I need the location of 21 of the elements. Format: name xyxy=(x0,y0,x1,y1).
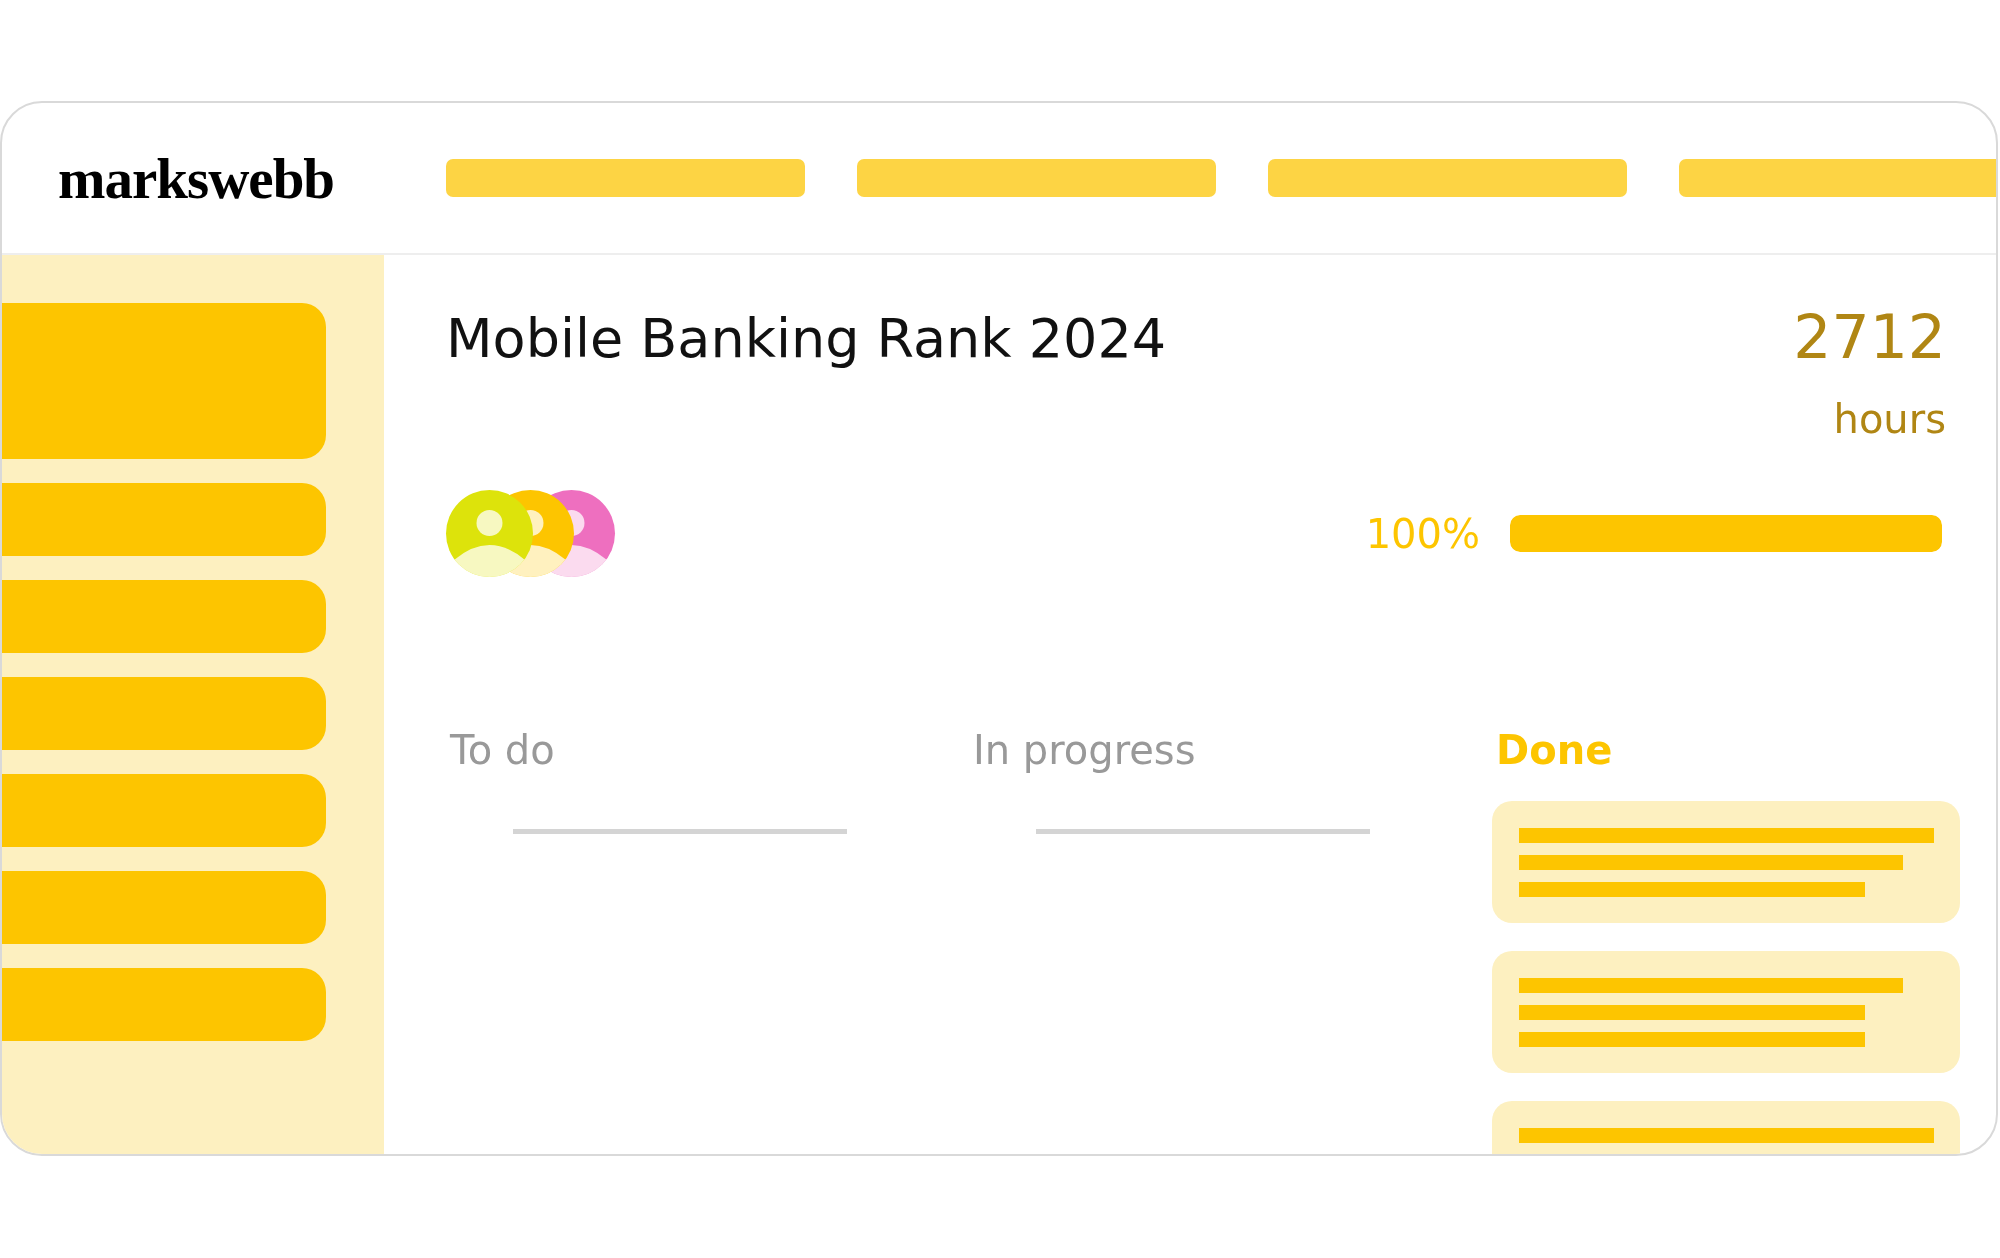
sidebar-item[interactable] xyxy=(2,968,326,1041)
hours-value: 2712 xyxy=(1793,303,1946,372)
nav-item[interactable] xyxy=(446,159,805,197)
progress-reading: 100% xyxy=(1365,510,1480,557)
sidebar-item[interactable] xyxy=(2,303,326,459)
task-card[interactable] xyxy=(1492,801,1960,923)
sidebar-item[interactable] xyxy=(2,774,326,847)
project-title: Mobile Banking Rank 2024 xyxy=(446,307,1167,370)
sidebar-item[interactable] xyxy=(2,871,326,944)
task-card[interactable] xyxy=(1492,951,1960,1073)
sidebar-item[interactable] xyxy=(2,483,326,556)
column-tab[interactable]: To do xyxy=(450,727,555,773)
column-tab[interactable]: In progress xyxy=(973,727,1196,773)
sidebar-item[interactable] xyxy=(2,677,326,750)
hours-unit: hours xyxy=(1833,396,1946,442)
nav-item[interactable] xyxy=(1268,159,1627,197)
column-tab[interactable]: Done xyxy=(1496,727,1613,773)
nav-item[interactable] xyxy=(857,159,1216,197)
logo: markswebb xyxy=(58,145,336,211)
sidebar-item[interactable] xyxy=(2,580,326,653)
nav-item[interactable] xyxy=(1679,159,1996,197)
